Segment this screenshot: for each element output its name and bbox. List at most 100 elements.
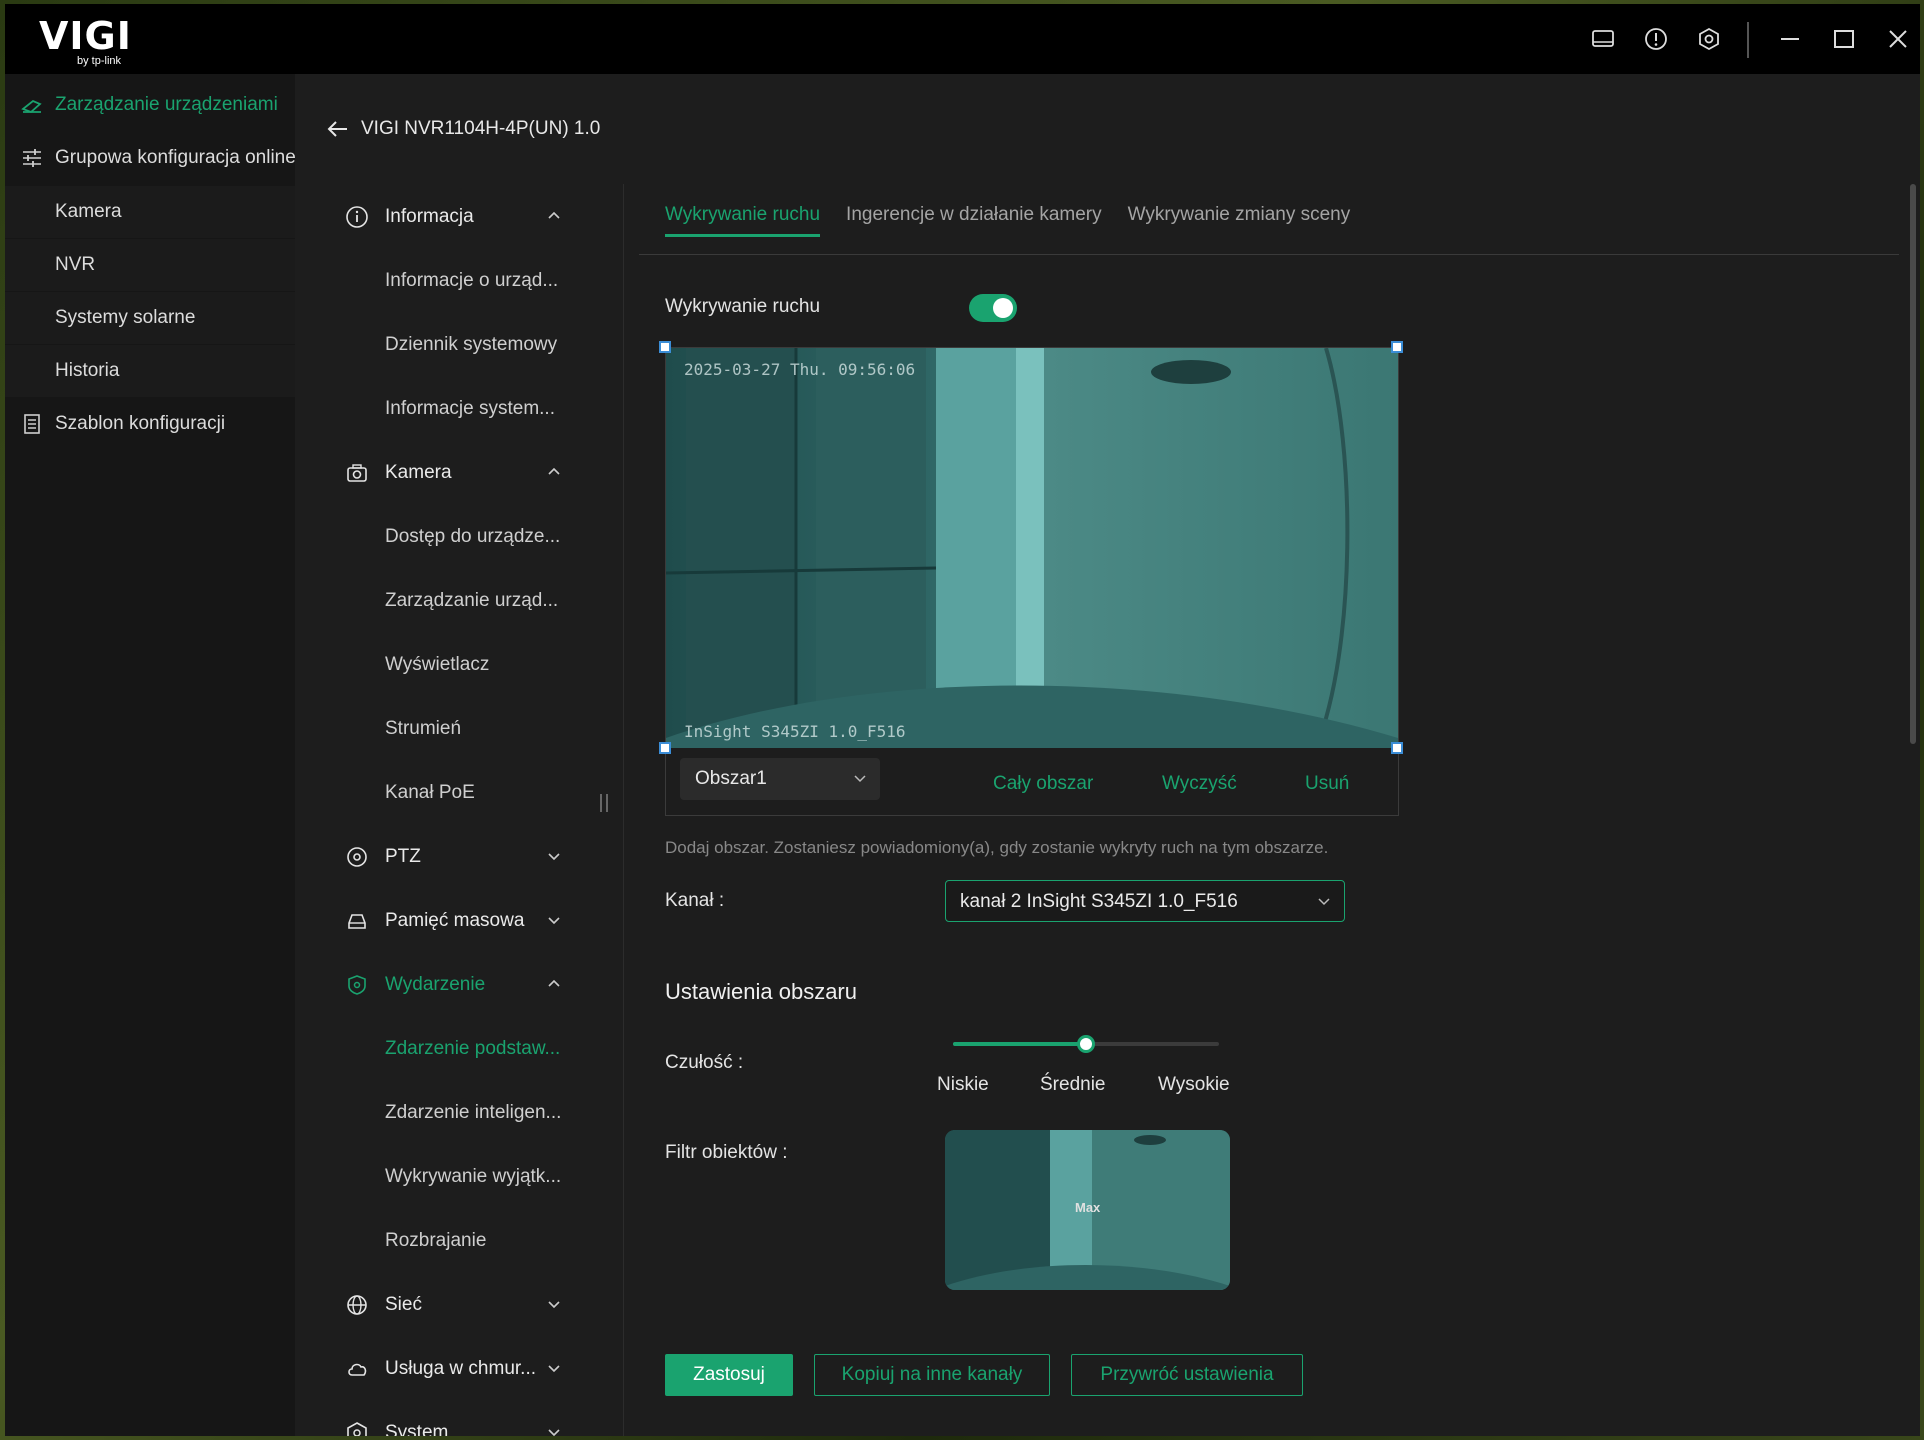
logo-text: VIGI (39, 14, 132, 58)
nav-label: Wydarzenie (385, 974, 486, 995)
nav-label: Dziennik systemowy (385, 334, 558, 355)
sensitivity-label: Czułość : (665, 1052, 744, 1073)
chevron-down-icon[interactable] (545, 1423, 563, 1436)
chevron-down-icon[interactable] (545, 911, 563, 929)
back-arrow-icon[interactable] (325, 116, 351, 142)
sidebar-item-group-config[interactable]: Grupowa konfiguracja online (5, 132, 296, 184)
apply-button[interactable]: Zastosuj (665, 1354, 793, 1396)
motion-detection-toggle[interactable] (969, 294, 1017, 322)
nav-camera[interactable]: Kamera (295, 448, 623, 498)
area-controls: Obszar1 Cały obszar Wyczyść Usuń (666, 748, 1398, 815)
sidebar-item-history[interactable]: Historia (5, 345, 295, 397)
nav-device-info[interactable]: Informacje o urząd... (295, 256, 623, 306)
nav-disarming[interactable]: Rozbrajanie (295, 1216, 623, 1266)
chevron-up-icon[interactable] (545, 207, 563, 225)
sidebar-item-label: Systemy solarne (55, 307, 196, 328)
app-window: VIGI by tp-link Zarządzanie urządzeniami… (5, 4, 1920, 1436)
logo-subtext: by tp-link (77, 55, 122, 67)
nav-storage[interactable]: Pamięć masowa (295, 896, 623, 946)
tab-bar: Wykrywanie ruchu Ingerencje w działanie … (665, 204, 1350, 237)
resize-handle-top-left[interactable] (659, 341, 671, 353)
globe-icon (345, 1293, 369, 1317)
nav-ptz[interactable]: PTZ (295, 832, 623, 882)
main-content: Wykrywanie ruchu Ingerencje w działanie … (623, 74, 1920, 1436)
sensitivity-slider-thumb[interactable] (1077, 1035, 1095, 1053)
nav-system-log[interactable]: Dziennik systemowy (295, 320, 623, 370)
nav-network[interactable]: Sieć (295, 1280, 623, 1330)
nav-exception-detection[interactable]: Wykrywanie wyjątk... (295, 1152, 623, 1202)
nav-basic-event[interactable]: Zdarzenie podstaw... (295, 1024, 623, 1074)
sidebar-item-nvr[interactable]: NVR (5, 239, 295, 291)
sidebar-item-device-management[interactable]: Zarządzanie urządzeniami (5, 79, 295, 131)
tab-scene-change[interactable]: Wykrywanie zmiany sceny (1128, 204, 1351, 237)
delete-link[interactable]: Usuń (1305, 773, 1349, 795)
nav-device-access[interactable]: Dostęp do urządze... (295, 512, 623, 562)
nav-label: Dostęp do urządze... (385, 526, 561, 547)
nav-label: Informacja (385, 206, 474, 227)
close-icon[interactable] (1883, 24, 1913, 54)
panel-resize-handle[interactable] (600, 794, 608, 812)
sidebar-item-label: Zarządzanie urządzeniami (55, 94, 278, 115)
event-icon (345, 973, 369, 997)
screen-icon[interactable] (1588, 24, 1618, 54)
nav-system-info[interactable]: Informacje system... (295, 384, 623, 434)
copy-to-channels-button[interactable]: Kopiuj na inne kanały (814, 1354, 1050, 1396)
sliders-icon (20, 146, 44, 170)
minimize-icon[interactable] (1775, 24, 1805, 54)
template-icon (20, 412, 44, 436)
sensitivity-slider[interactable] (953, 1035, 1219, 1053)
camera-preview[interactable]: 2025-03-27 Thu. 09:56:06 InSight S345ZI … (666, 348, 1398, 748)
settings-icon[interactable] (1694, 24, 1724, 54)
nav-label: Rozbrajanie (385, 1230, 487, 1251)
scrollbar[interactable] (1910, 184, 1916, 744)
nav-label: Pamięć masowa (385, 910, 525, 931)
resize-handle-top-right[interactable] (1391, 341, 1403, 353)
clear-link[interactable]: Wyczyść (1162, 773, 1237, 795)
chevron-up-icon[interactable] (545, 463, 563, 481)
nav-device-management[interactable]: Zarządzanie urząd... (295, 576, 623, 626)
channel-select[interactable]: kanał 2 InSight S345ZI 1.0_F516 (945, 880, 1345, 922)
chevron-down-icon[interactable] (545, 847, 563, 865)
nav-label: Wykrywanie wyjątk... (385, 1166, 562, 1187)
area-select-value: Obszar1 (695, 768, 767, 789)
motion-area-editor: 2025-03-27 Thu. 09:56:06 InSight S345ZI … (659, 341, 1403, 816)
storage-icon (345, 909, 369, 933)
maximize-icon[interactable] (1829, 24, 1859, 54)
nav-event[interactable]: Wydarzenie (295, 960, 623, 1010)
chevron-down-icon[interactable] (545, 1359, 563, 1377)
area-select[interactable]: Obszar1 (680, 758, 880, 800)
sidebar-item-label: Szablon konfiguracji (55, 413, 226, 434)
area-hint: Dodaj obszar. Zostaniesz powiadomiony(a)… (665, 838, 1329, 857)
titlebar-divider (1747, 22, 1749, 58)
restore-settings-button[interactable]: Przywróć ustawienia (1071, 1354, 1303, 1396)
sidebar-item-label: Grupowa konfiguracja online (55, 147, 296, 168)
tab-camera-tampering[interactable]: Ingerencje w działanie kamery (846, 204, 1102, 237)
sensitivity-low-label: Niskie (937, 1074, 989, 1095)
sidebar-item-solar[interactable]: Systemy solarne (5, 292, 295, 344)
nav-display[interactable]: Wyświetlacz (295, 640, 623, 690)
tab-motion-detection[interactable]: Wykrywanie ruchu (665, 204, 821, 237)
ptz-icon (345, 845, 369, 869)
nav-poe-channel[interactable]: Kanał PoE (295, 768, 623, 818)
object-filter-preview[interactable]: Max (945, 1130, 1230, 1290)
nav-label: Sieć (385, 1294, 422, 1315)
full-area-link[interactable]: Cały obszar (993, 773, 1093, 795)
sensitivity-high-label: Wysokie (1158, 1074, 1230, 1095)
channel-label: Kanał : (665, 890, 725, 911)
nav-label: Informacje system... (385, 398, 555, 419)
info-icon[interactable] (1641, 24, 1671, 54)
nav-system[interactable]: System (295, 1408, 623, 1436)
sidebar-item-config-template[interactable]: Szablon konfiguracji (5, 398, 295, 450)
nav-info[interactable]: Informacja (295, 192, 623, 242)
chevron-down-icon[interactable] (545, 1295, 563, 1313)
sidebar: Zarządzanie urządzeniami Grupowa konfigu… (5, 74, 296, 1436)
cloud-icon (345, 1357, 369, 1381)
nav-cloud-service[interactable]: Usługa w chmur... (295, 1344, 623, 1394)
nav-stream[interactable]: Strumień (295, 704, 623, 754)
sidebar-item-camera[interactable]: Kamera (5, 186, 295, 238)
nav-smart-event[interactable]: Zdarzenie inteligen... (295, 1088, 623, 1138)
nav-label: Zdarzenie inteligen... (385, 1102, 562, 1123)
object-filter-label: Filtr obiektów : (665, 1142, 788, 1163)
chevron-up-icon[interactable] (545, 975, 563, 993)
area-settings-title: Ustawienia obszaru (665, 979, 857, 1004)
